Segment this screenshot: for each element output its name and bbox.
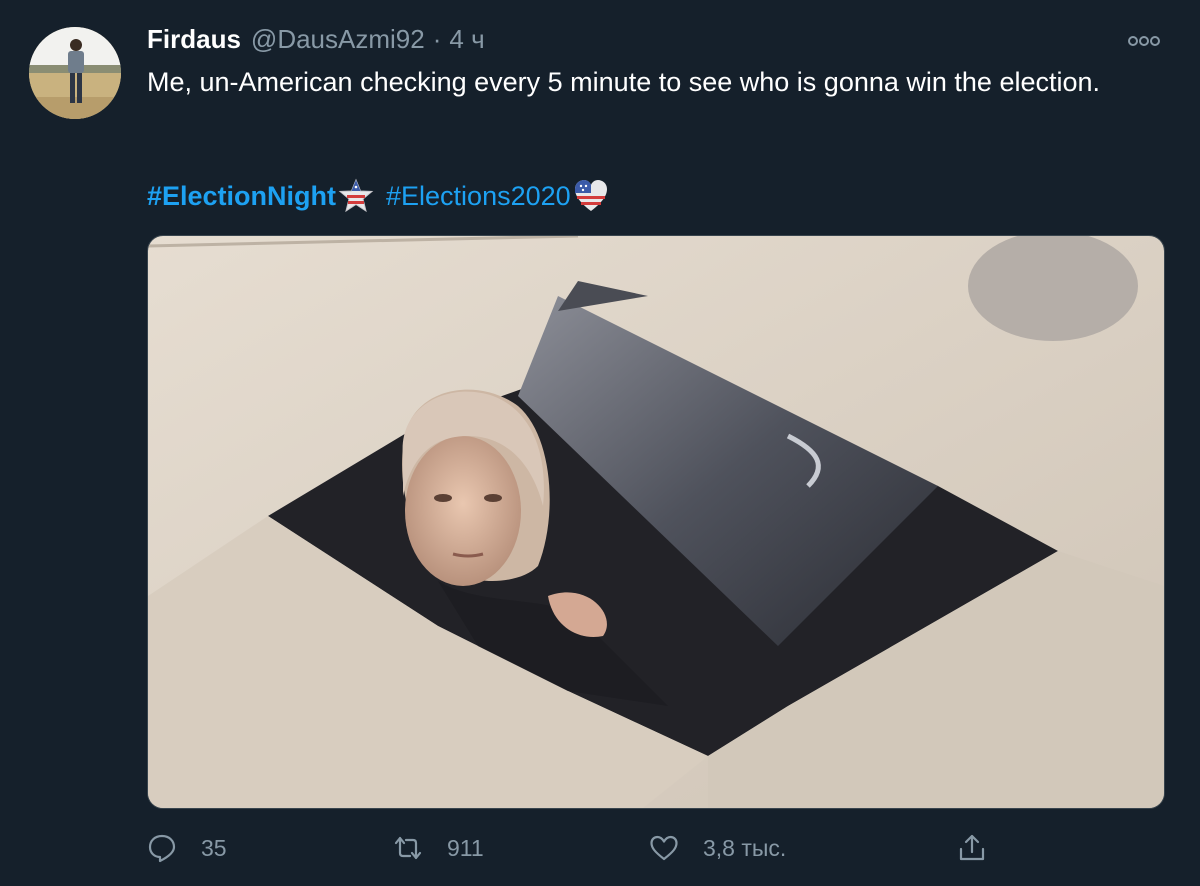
hashtag-elections-2020[interactable]: #Elections2020 (386, 181, 571, 212)
avatar[interactable] (29, 27, 121, 119)
share-button[interactable] (957, 826, 987, 870)
retweet-count: 911 (447, 834, 484, 861)
author-name[interactable]: Firdaus (147, 24, 241, 55)
hashtag-election-night[interactable]: #ElectionNight (147, 181, 336, 212)
share-icon (957, 833, 987, 863)
tweet-photo[interactable] (147, 235, 1165, 809)
separator-dot: · (432, 24, 442, 54)
more-options-icon[interactable] (1126, 30, 1162, 52)
heart-flag-emoji-icon (573, 178, 609, 214)
author-handle[interactable]: @DausAzmi92 (251, 24, 425, 55)
heart-icon (649, 833, 679, 863)
like-count: 3,8 тыс. (703, 834, 787, 861)
hashtag-line: #ElectionNight #Elections2020 (147, 176, 621, 216)
reply-count: 35 (201, 834, 227, 861)
reply-icon (147, 833, 177, 863)
retweet-button[interactable]: 911 (393, 826, 484, 870)
retweet-icon (393, 833, 423, 863)
tweet: Firdaus @DausAzmi92 · 4 ч Me, un-America… (0, 0, 1200, 886)
star-flag-emoji-icon (338, 178, 374, 214)
tweet-text: Me, un-American checking every 5 minute … (147, 67, 1101, 97)
timestamp[interactable]: 4 ч (449, 24, 484, 55)
tweet-header: Firdaus @DausAzmi92 · 4 ч (147, 24, 485, 60)
reply-button[interactable]: 35 (147, 826, 227, 870)
action-bar: 35 911 3,8 тыс. (147, 826, 1007, 870)
like-button[interactable]: 3,8 тыс. (649, 826, 786, 870)
